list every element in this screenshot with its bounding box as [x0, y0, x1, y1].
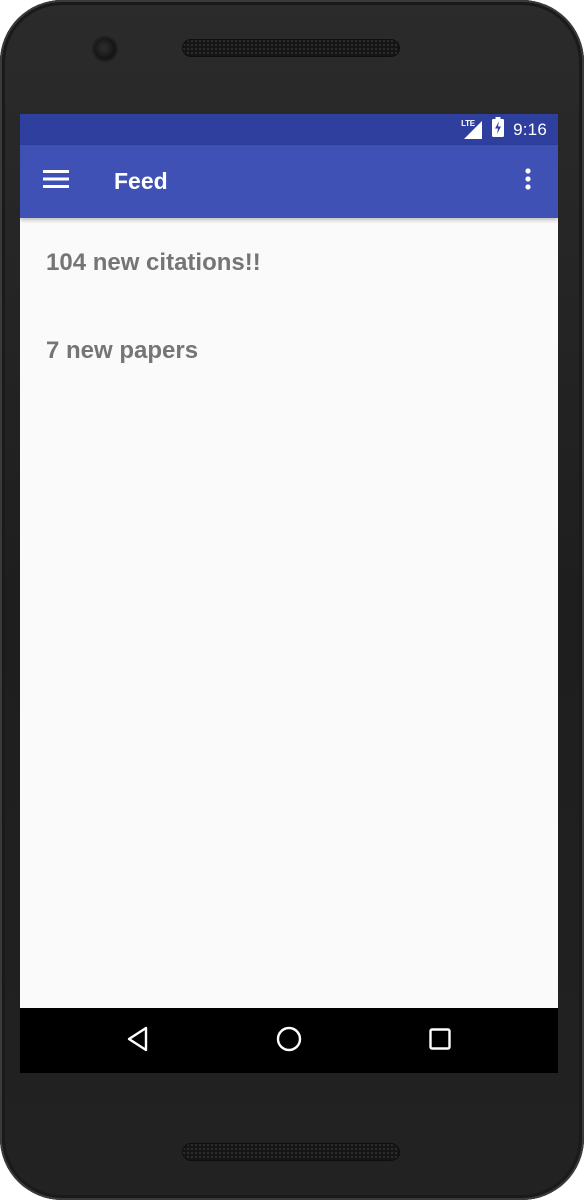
earpiece-speaker	[182, 39, 400, 57]
bottom-speaker	[182, 1143, 400, 1161]
front-camera	[94, 38, 116, 60]
feed-item-citations[interactable]: 104 new citations!!	[46, 249, 261, 277]
page-title: Feed	[114, 168, 168, 194]
system-navigation-bar	[20, 1008, 558, 1073]
network-type-label: LTE	[461, 118, 475, 128]
overflow-menu-icon	[525, 167, 531, 195]
home-icon	[275, 1025, 303, 1058]
status-clock: 9:16	[513, 119, 547, 139]
status-bar: LTE 9:16	[20, 114, 558, 145]
lte-signal-icon: LTE	[461, 118, 483, 140]
battery-charging-icon	[492, 117, 505, 142]
back-icon	[126, 1026, 150, 1057]
recents-icon	[428, 1027, 452, 1056]
feed-item-papers[interactable]: 7 new papers	[46, 337, 198, 365]
recents-button[interactable]	[410, 1016, 470, 1066]
app-bar: Feed	[20, 145, 558, 218]
navigation-drawer-button[interactable]	[32, 157, 80, 205]
hamburger-menu-icon	[43, 169, 69, 194]
screen: LTE 9:16 Feed 104 new citations!! 7 new …	[20, 114, 558, 1073]
home-button[interactable]	[259, 1016, 319, 1066]
back-button[interactable]	[108, 1016, 168, 1066]
status-icons: LTE 9:16	[461, 114, 547, 145]
overflow-menu-button[interactable]	[506, 157, 550, 205]
device-frame: LTE 9:16 Feed 104 new citations!! 7 new …	[0, 0, 584, 1200]
